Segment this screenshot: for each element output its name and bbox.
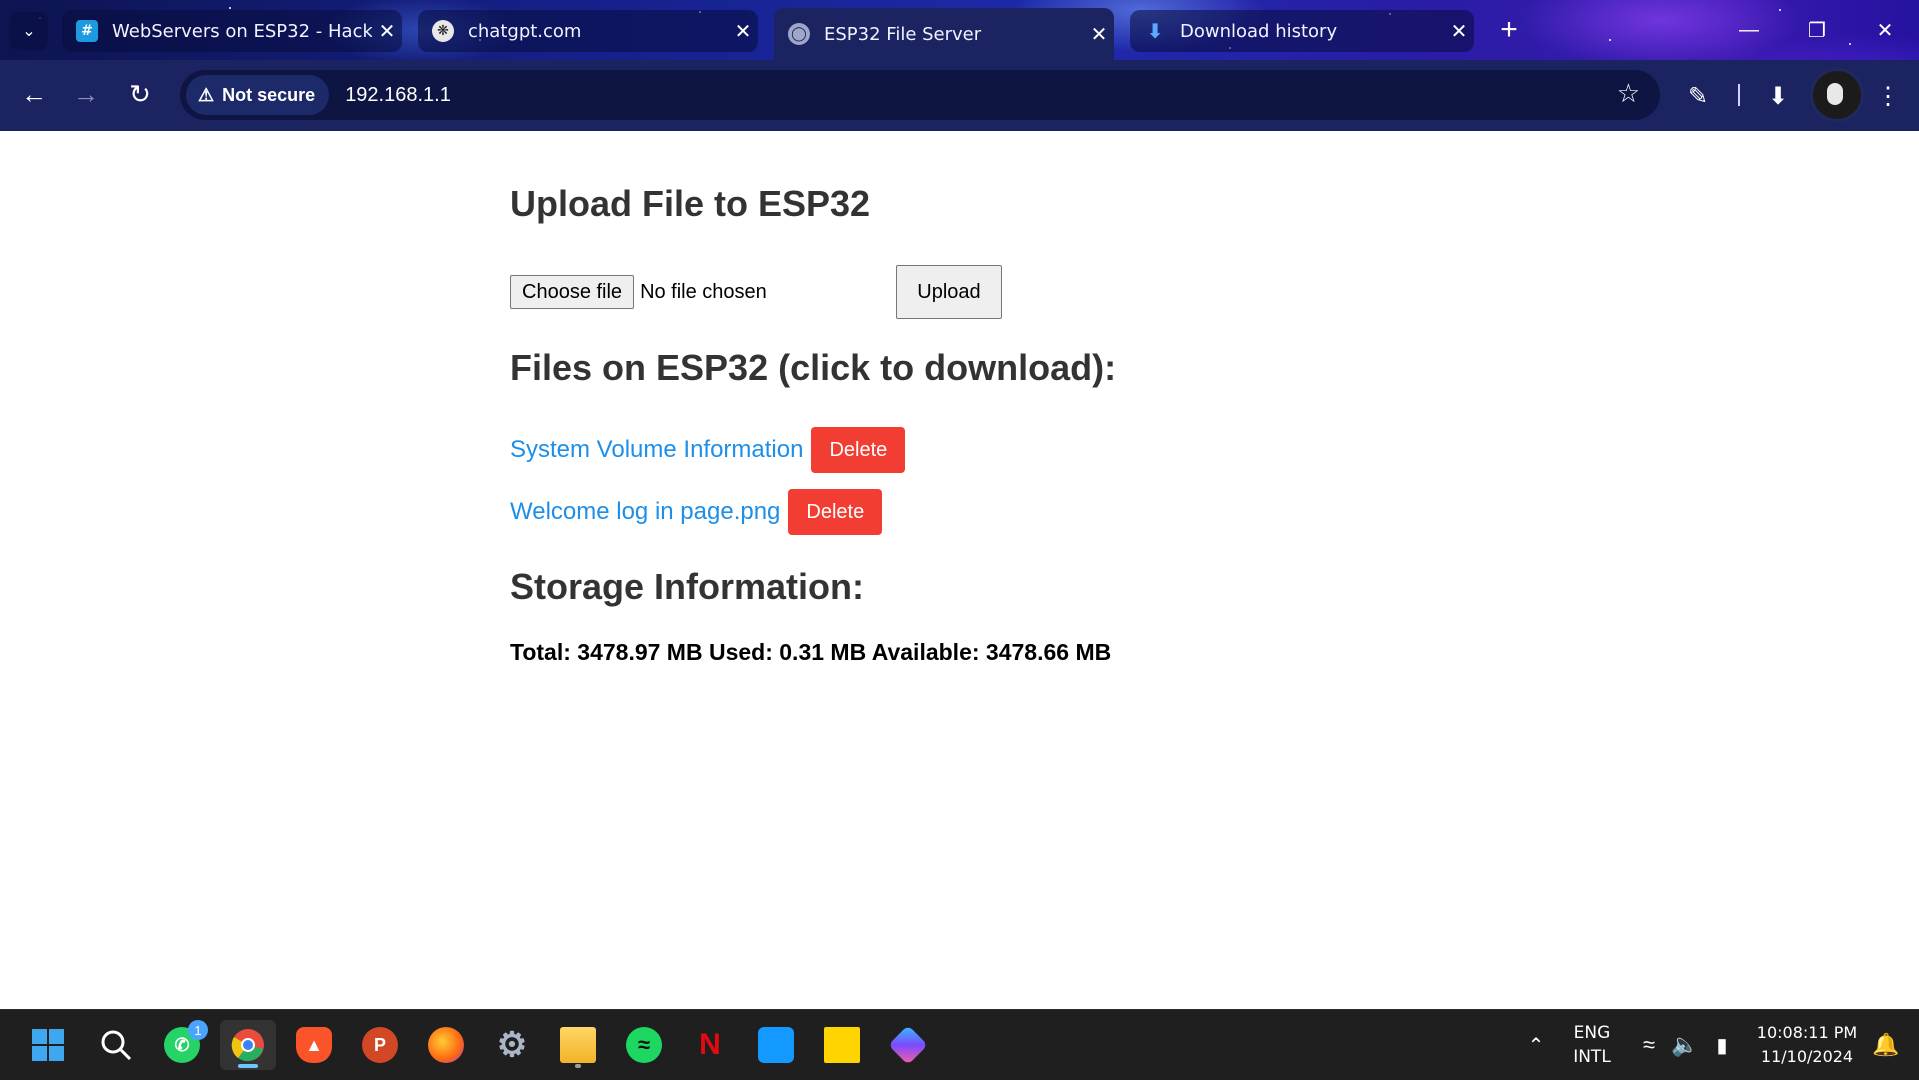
clock[interactable]: 10:08:11 PM 11/10/2024 xyxy=(1748,1010,1866,1080)
language-label: ENG xyxy=(1573,1023,1611,1043)
copilot-icon xyxy=(888,1025,928,1065)
security-label: Not secure xyxy=(222,84,316,105)
restore-button[interactable]: ❐ xyxy=(1782,0,1852,60)
choose-file-button[interactable]: Choose file xyxy=(510,275,635,309)
warning-icon: ⚠ xyxy=(198,84,215,105)
back-button[interactable]: ← xyxy=(12,72,56,116)
file-row: System Volume Information Delete xyxy=(510,427,906,473)
profile-avatar[interactable] xyxy=(1810,68,1864,122)
close-icon[interactable]: ✕ xyxy=(728,19,758,43)
speaker-muted-icon[interactable]: 🔈 xyxy=(1668,1010,1702,1080)
search-button[interactable] xyxy=(88,1020,144,1070)
download-icon: ⬇ xyxy=(1146,19,1164,43)
security-chip[interactable]: ⚠ Not secure xyxy=(186,75,330,115)
start-button[interactable] xyxy=(20,1020,76,1070)
powerpoint-button[interactable]: P xyxy=(352,1020,408,1070)
tab-strip: ⌄ # WebServers on ESP32 - Hackste ✕ ❋ ch… xyxy=(0,0,1919,60)
running-indicator xyxy=(575,1064,581,1068)
prime-video-icon xyxy=(758,1027,794,1063)
notification-bell-icon[interactable]: 🔔 xyxy=(1866,1010,1906,1080)
file-row: Welcome log in page.png Delete xyxy=(510,489,883,535)
tab-esp32-file-server[interactable]: ◯ ESP32 File Server ✕ xyxy=(774,8,1114,60)
tab-webservers[interactable]: # WebServers on ESP32 - Hackste ✕ xyxy=(62,10,402,52)
copilot-button[interactable] xyxy=(880,1020,936,1070)
firefox-icon xyxy=(428,1027,464,1063)
sticky-notes-button[interactable] xyxy=(814,1020,870,1070)
active-indicator xyxy=(238,1064,258,1068)
whatsapp-button[interactable]: ✆ 1 xyxy=(154,1020,210,1070)
chevron-down-icon: ⌄ xyxy=(22,23,36,40)
date-label: 11/10/2024 xyxy=(1760,1047,1854,1066)
close-icon[interactable]: ✕ xyxy=(1084,22,1114,46)
extensions-icon[interactable]: ✎ xyxy=(1676,74,1720,118)
url-text[interactable]: 192.168.1.1 xyxy=(345,84,451,107)
battery-icon[interactable]: ▮ xyxy=(1704,1010,1740,1080)
layout-label: INTL xyxy=(1573,1047,1611,1067)
storage-heading: Storage Information: xyxy=(510,566,865,607)
menu-icon[interactable]: ⋮ xyxy=(1866,74,1910,118)
tab-title: WebServers on ESP32 - Hackste xyxy=(112,20,372,42)
brave-button[interactable]: ▲ xyxy=(286,1020,342,1070)
tab-title: Download history xyxy=(1180,20,1338,42)
taskbar: ✆ 1 ▲ P ⚙ ≈ N ⌃ ENG INTL ≈ 🔈 ▮ 10:08:11 … xyxy=(0,1009,1919,1080)
file-link[interactable]: Welcome log in page.png xyxy=(510,498,780,526)
language-indicator[interactable]: ENG INTL xyxy=(1560,1010,1624,1080)
spotify-button[interactable]: ≈ xyxy=(616,1020,672,1070)
file-link[interactable]: System Volume Information xyxy=(510,436,803,464)
chrome-icon xyxy=(230,1027,266,1063)
toolbar-separator xyxy=(1738,84,1740,106)
file-explorer-button[interactable] xyxy=(550,1020,606,1070)
tab-search-button[interactable]: ⌄ xyxy=(10,12,48,50)
folder-icon xyxy=(560,1027,596,1063)
openai-icon: ❋ xyxy=(432,20,454,42)
reload-button[interactable]: ↻ xyxy=(118,72,162,116)
tab-download-history[interactable]: ⬇ Download history ✕ xyxy=(1130,10,1474,52)
forward-button[interactable]: → xyxy=(64,72,108,116)
storage-info: Total: 3478.97 MB Used: 0.31 MB Availabl… xyxy=(510,639,1112,665)
close-icon[interactable]: ✕ xyxy=(372,19,402,43)
files-heading: Files on ESP32 (click to download): xyxy=(510,347,1117,388)
downloads-icon[interactable]: ⬇ xyxy=(1756,74,1800,118)
tab-title: ESP32 File Server xyxy=(824,23,982,45)
time-label: 10:08:11 PM xyxy=(1756,1023,1858,1042)
minimize-button[interactable]: — xyxy=(1714,0,1784,60)
globe-icon: ◯ xyxy=(788,23,810,45)
search-icon xyxy=(98,1027,134,1063)
windows-icon xyxy=(30,1027,66,1063)
sticky-notes-icon xyxy=(824,1027,860,1063)
chrome-button[interactable] xyxy=(220,1020,276,1070)
settings-button[interactable]: ⚙ xyxy=(484,1020,540,1070)
spotify-icon: ≈ xyxy=(626,1027,662,1063)
upload-heading: Upload File to ESP32 xyxy=(510,183,871,224)
close-icon[interactable]: ✕ xyxy=(1444,19,1474,43)
close-window-button[interactable]: ✕ xyxy=(1850,0,1919,60)
new-tab-button[interactable]: + xyxy=(1492,14,1526,48)
toolbar: ← → ↻ ⚠ Not secure 192.168.1.1 ☆ ✎ ⬇ ⋮ xyxy=(0,60,1919,131)
netflix-button[interactable]: N xyxy=(682,1020,738,1070)
powerpoint-icon: P xyxy=(362,1027,398,1063)
file-input[interactable]: Choose file No file chosen xyxy=(510,275,767,309)
show-hidden-icons-button[interactable]: ⌃ xyxy=(1520,1010,1552,1080)
tab-chatgpt[interactable]: ❋ chatgpt.com ✕ xyxy=(418,10,758,52)
hackster-icon: # xyxy=(76,20,98,42)
netflix-icon: N xyxy=(699,1028,721,1061)
delete-button[interactable]: Delete xyxy=(811,427,906,473)
bookmark-star-icon[interactable]: ☆ xyxy=(1617,78,1640,109)
upload-button[interactable]: Upload xyxy=(896,265,1002,319)
firefox-button[interactable] xyxy=(418,1020,474,1070)
address-bar[interactable]: ⚠ Not secure 192.168.1.1 ☆ xyxy=(180,70,1660,120)
no-file-text: No file chosen xyxy=(640,280,767,303)
web-page: Upload File to ESP32 Choose file No file… xyxy=(0,131,1919,1009)
gear-icon: ⚙ xyxy=(496,1026,528,1064)
wifi-icon[interactable]: ≈ xyxy=(1632,1010,1666,1080)
brave-icon: ▲ xyxy=(296,1027,332,1063)
notification-badge: 1 xyxy=(188,1020,208,1040)
delete-button[interactable]: Delete xyxy=(788,489,883,535)
prime-video-button[interactable] xyxy=(748,1020,804,1070)
tab-title: chatgpt.com xyxy=(468,20,582,42)
